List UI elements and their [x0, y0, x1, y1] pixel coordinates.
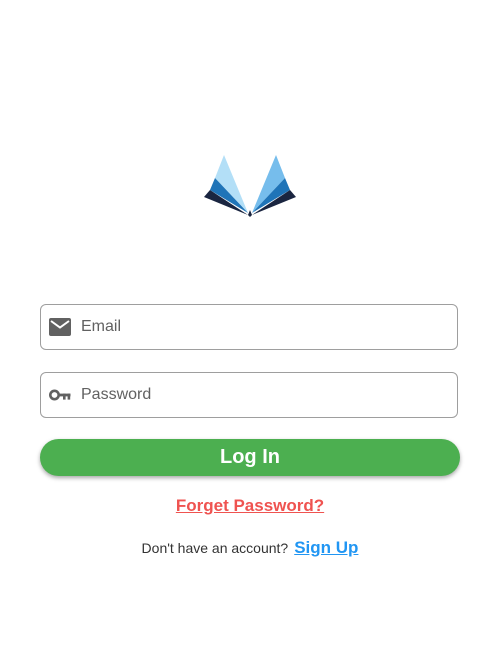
- signup-link[interactable]: Sign Up: [294, 538, 358, 558]
- mail-icon: [49, 316, 71, 338]
- password-input[interactable]: [81, 386, 441, 404]
- login-button[interactable]: Log In: [40, 439, 460, 476]
- email-input[interactable]: [81, 318, 441, 336]
- forgot-password-link[interactable]: Forget Password?: [0, 496, 500, 516]
- email-field[interactable]: [40, 304, 458, 350]
- signup-prompt: Don't have an account?: [141, 540, 289, 556]
- open-book-icon: [204, 155, 296, 217]
- login-screen: Log In Forget Password? Don't have an ac…: [0, 0, 500, 647]
- password-field[interactable]: [40, 372, 458, 418]
- signup-row: Don't have an account? Sign Up: [0, 538, 500, 558]
- key-icon: [49, 384, 71, 406]
